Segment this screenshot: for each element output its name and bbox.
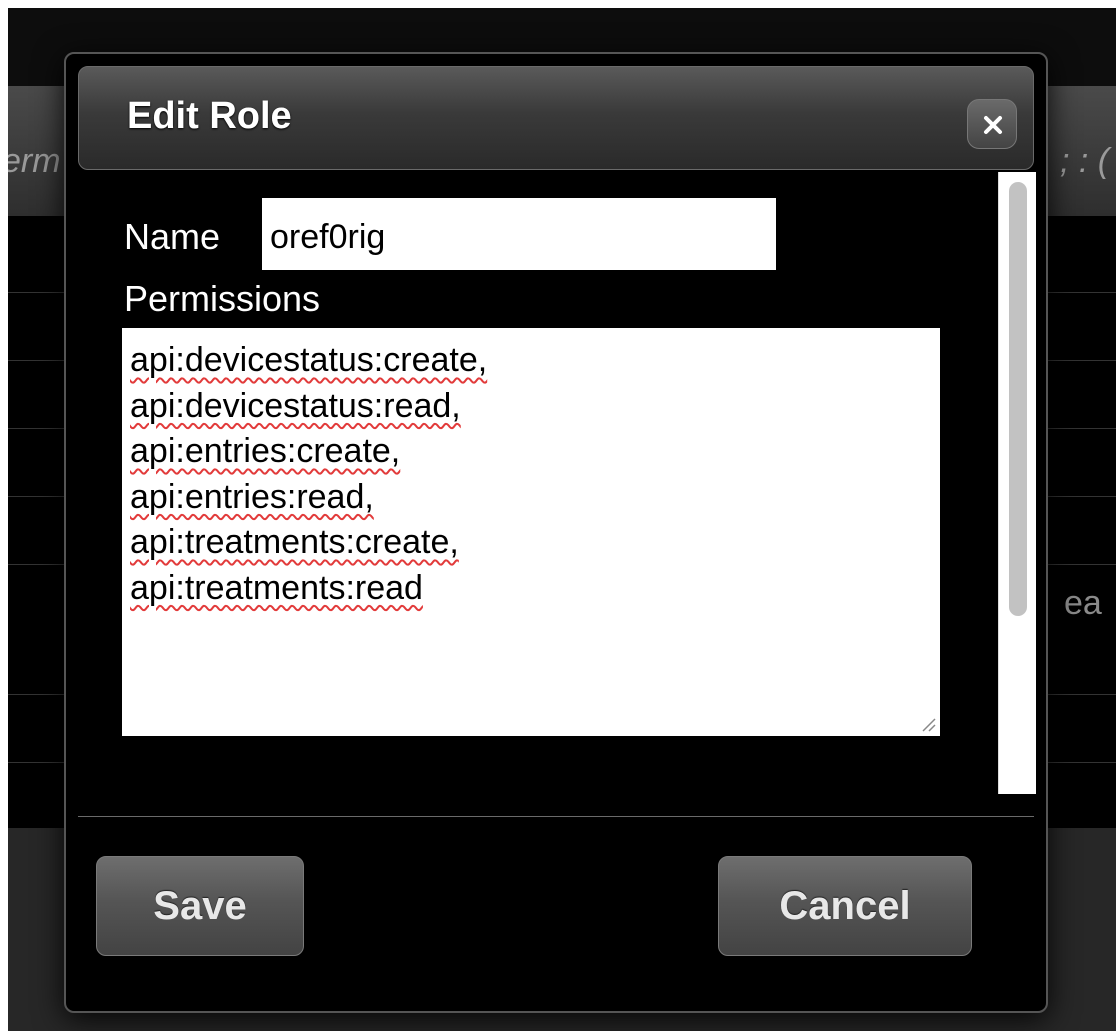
name-label: Name <box>124 216 221 257</box>
permission-line: api:devicestatus:read, <box>130 386 461 425</box>
background-row-text: ea <box>1064 584 1102 622</box>
resize-grip-icon[interactable] <box>918 714 936 732</box>
dialog-title: Edit Role <box>127 95 292 137</box>
dialog-titlebar: Edit Role <box>78 66 1034 170</box>
permission-line: api:devicestatus:create, <box>130 341 488 379</box>
save-button[interactable]: Save <box>96 856 304 956</box>
permissions-textarea[interactable]: api:devicestatus:create, api:devicestatu… <box>122 328 940 736</box>
close-button[interactable] <box>967 99 1017 149</box>
dialog-content: Name Permissions api:devicestatus:create… <box>80 172 1036 812</box>
name-input[interactable] <box>262 198 776 270</box>
background-header-text-left: erm <box>8 142 61 180</box>
dialog-scrollbar[interactable] <box>998 172 1036 794</box>
permission-line: api:entries:read, <box>130 477 374 516</box>
permission-line: api:entries:create, <box>130 432 401 470</box>
close-icon <box>984 116 1002 134</box>
permission-line: api:treatments:create, <box>130 523 459 561</box>
cancel-button[interactable]: Cancel <box>718 856 972 956</box>
edit-role-dialog: Edit Role Name Permissions api:devicesta… <box>64 52 1048 1013</box>
scrollbar-thumb[interactable] <box>1009 182 1027 616</box>
permissions-label: Permissions <box>124 278 321 319</box>
footer-divider <box>78 816 1034 817</box>
permission-line: api:treatments:read <box>130 568 423 607</box>
background-header-text-right: ; : ( <box>1060 142 1110 180</box>
